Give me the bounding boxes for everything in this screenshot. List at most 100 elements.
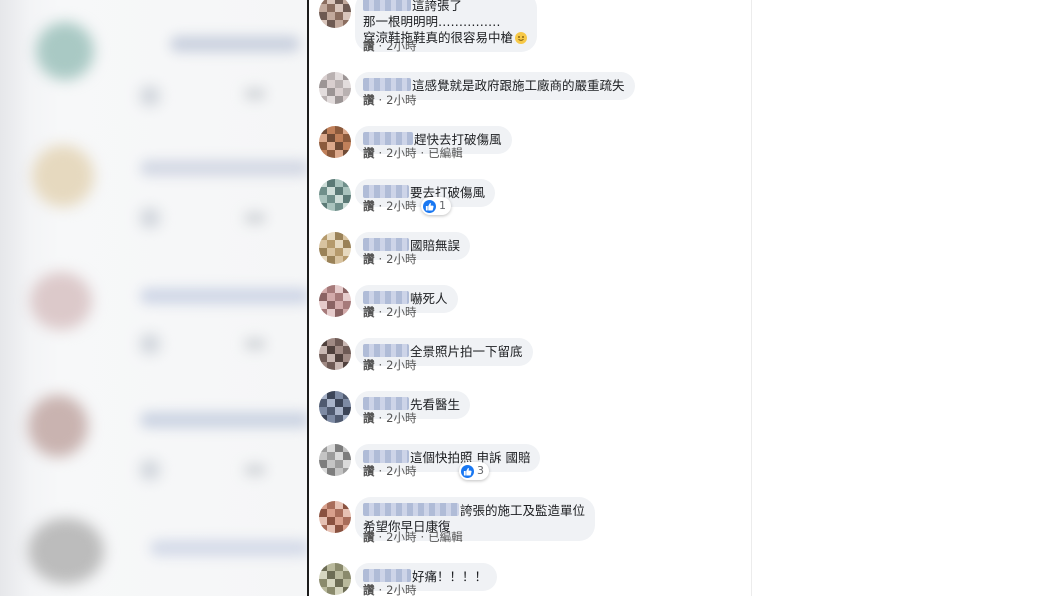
like-button[interactable]: 讚	[363, 411, 375, 425]
blurred-icon	[140, 460, 160, 480]
like-button[interactable]: 讚	[363, 358, 375, 372]
blurred-icon	[140, 334, 160, 354]
comment-timestamp[interactable]: 2小時	[386, 358, 416, 372]
commenter-name[interactable]	[363, 450, 409, 463]
avatar[interactable]	[319, 563, 351, 595]
comment-line: 誇張的施工及監造單位	[460, 503, 586, 518]
comment-line: 這誇張了	[412, 0, 463, 13]
comment-meta: 讚 · 2小時	[363, 38, 416, 54]
separator: ·	[378, 199, 383, 213]
commenter-name[interactable]	[363, 344, 409, 357]
comment-timestamp[interactable]: 2小時	[386, 93, 416, 107]
avatar[interactable]	[319, 179, 351, 211]
reaction-count[interactable]: 1	[421, 197, 451, 215]
blurred-text	[140, 288, 308, 304]
like-icon	[423, 199, 436, 213]
comment-timestamp[interactable]: 2小時	[386, 199, 416, 213]
reaction-count[interactable]: 3	[459, 462, 489, 480]
avatar[interactable]	[319, 126, 351, 158]
comment-line: 要去打破傷風	[410, 185, 486, 200]
separator: ·	[378, 146, 383, 160]
separator: ·	[378, 530, 383, 544]
avatar[interactable]	[319, 338, 351, 370]
comment-timestamp[interactable]: 2小時	[386, 252, 416, 266]
comment-meta: 讚 · 2小時	[363, 251, 416, 267]
reaction-number: 3	[477, 464, 484, 477]
like-button[interactable]: 讚	[363, 252, 375, 266]
commenter-name[interactable]	[363, 397, 409, 410]
blurred-text	[244, 338, 266, 350]
comment-line: 先看醫生	[410, 397, 461, 412]
blurred-avatar	[28, 518, 104, 584]
separator: ·	[420, 530, 425, 544]
reaction-number: 1	[439, 199, 446, 212]
separator: ·	[378, 583, 383, 596]
blurred-text	[244, 88, 266, 100]
blurred-text	[244, 212, 266, 224]
separator: ·	[378, 93, 383, 107]
commenter-name[interactable]	[363, 132, 413, 145]
edited-label[interactable]: 已編輯	[428, 146, 463, 160]
comment-text: 這誇張了	[363, 0, 527, 14]
comment-timestamp[interactable]: 2小時	[386, 583, 416, 596]
separator: ·	[378, 305, 383, 319]
comment-timestamp[interactable]: 2小時	[386, 39, 416, 53]
avatar[interactable]	[319, 232, 351, 264]
like-button[interactable]: 讚	[363, 93, 375, 107]
right-blank-area	[751, 0, 1060, 596]
separator: ·	[420, 146, 425, 160]
comment-meta: 讚 · 2小時	[363, 92, 416, 108]
separator: ·	[378, 358, 383, 372]
comment-meta: 讚 · 2小時	[363, 304, 416, 320]
comment-meta: 讚 · 2小時	[363, 410, 416, 426]
avatar[interactable]	[319, 72, 351, 104]
commenter-name[interactable]	[363, 291, 409, 304]
commenter-name[interactable]	[363, 569, 411, 582]
like-button[interactable]: 讚	[363, 305, 375, 319]
comment-meta: 讚 · 2小時	[363, 582, 416, 596]
blurred-avatar	[30, 272, 92, 330]
comment-timestamp[interactable]: 2小時	[386, 464, 416, 478]
comment-timestamp[interactable]: 2小時	[386, 305, 416, 319]
like-button[interactable]: 讚	[363, 583, 375, 596]
comment-meta: 讚 · 2小時	[363, 357, 416, 373]
comment-line: 國賠無誤	[410, 238, 461, 253]
commenter-name[interactable]	[363, 238, 409, 251]
blurred-text	[140, 160, 308, 176]
avatar[interactable]	[319, 285, 351, 317]
separator: ·	[378, 252, 383, 266]
commenter-name[interactable]	[363, 0, 411, 11]
blurred-avatar	[32, 145, 94, 207]
avatar[interactable]	[319, 391, 351, 423]
smiling-face-emoji	[515, 32, 528, 44]
like-button[interactable]: 讚	[363, 530, 375, 544]
commenter-name[interactable]	[363, 78, 411, 91]
blurred-text	[150, 540, 308, 556]
comment-timestamp[interactable]: 2小時	[386, 411, 416, 425]
like-button[interactable]: 讚	[363, 464, 375, 478]
comment-timestamp[interactable]: 2小時	[386, 146, 416, 160]
comment-meta: 讚 · 2小時	[363, 198, 416, 214]
comment-meta: 讚 · 2小時 · 已編輯	[363, 145, 463, 161]
comment-line: 這感覺就是政府跟施工廠商的嚴重疏失	[412, 78, 625, 93]
avatar[interactable]	[319, 444, 351, 476]
like-button[interactable]: 讚	[363, 199, 375, 213]
edited-label[interactable]: 已編輯	[428, 530, 463, 544]
like-button[interactable]: 讚	[363, 146, 375, 160]
comment-meta: 讚 · 2小時	[363, 463, 416, 479]
commenter-name[interactable]	[363, 503, 459, 516]
separator: ·	[378, 464, 383, 478]
comment-line: 好痛！！！！	[412, 569, 488, 584]
avatar[interactable]	[319, 0, 351, 28]
comment-meta: 讚 · 2小時 · 已編輯	[363, 529, 463, 545]
like-button[interactable]: 讚	[363, 39, 375, 53]
like-icon	[461, 464, 474, 478]
blurred-icon	[140, 86, 160, 106]
separator: ·	[378, 39, 383, 53]
comment-timestamp[interactable]: 2小時	[386, 530, 416, 544]
avatar[interactable]	[319, 501, 351, 533]
comment-line: 那一根明明明……………	[363, 14, 501, 29]
blurred-avatar	[36, 22, 94, 80]
blurred-text	[140, 412, 308, 428]
commenter-name[interactable]	[363, 185, 409, 198]
